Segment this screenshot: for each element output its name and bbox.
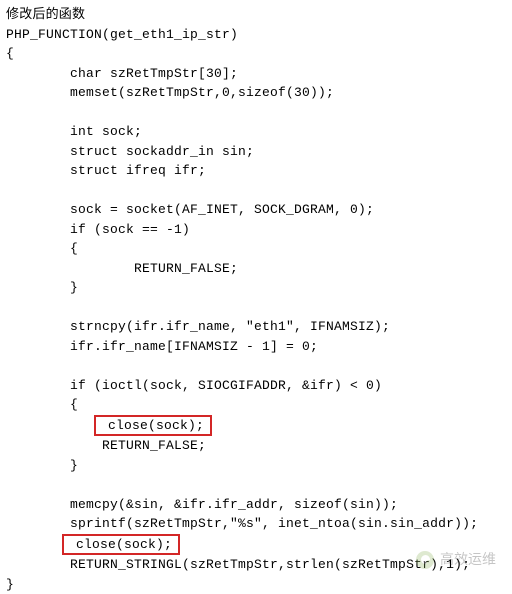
code-line: struct ifreq ifr; (6, 163, 206, 178)
code-line: struct sockaddr_in sin; (6, 144, 254, 159)
code-line: sprintf(szRetTmpStr,"%s", inet_ntoa(sin.… (6, 516, 478, 531)
watermark-text: 高效运维 (440, 549, 496, 570)
code-line: char szRetTmpStr[30]; (6, 66, 238, 81)
code-line: { (6, 241, 78, 256)
code-indent (6, 537, 62, 552)
code-line: sock = socket(AF_INET, SOCK_DGRAM, 0); (6, 202, 374, 217)
code-indent (6, 418, 94, 433)
wechat-icon (416, 551, 434, 569)
code-line: memcpy(&sin, &ifr.ifr_addr, sizeof(sin))… (6, 497, 398, 512)
code-line: } (6, 280, 78, 295)
code-line: RETURN_FALSE; (6, 261, 238, 276)
code-line: if (ioctl(sock, SIOCGIFADDR, &ifr) < 0) (6, 378, 382, 393)
title-comment: 修改后的函数 (6, 6, 85, 21)
code-line: { (6, 46, 14, 61)
code-line: } (6, 458, 78, 473)
code-line: { (6, 397, 78, 412)
watermark: 高效运维 (416, 549, 496, 570)
code-block: 修改后的函数 PHP_FUNCTION(get_eth1_ip_str) { c… (0, 0, 512, 594)
code-line: PHP_FUNCTION(get_eth1_ip_str) (6, 27, 238, 42)
code-line: RETURN_FALSE; (6, 438, 206, 453)
code-line: memset(szRetTmpStr,0,sizeof(30)); (6, 85, 334, 100)
code-line: } (6, 577, 14, 592)
code-line: if (sock == -1) (6, 222, 190, 237)
highlight-close-sock-1: close(sock); (94, 415, 212, 437)
code-line: int sock; (6, 124, 142, 139)
code-line: RETURN_STRINGL(szRetTmpStr,strlen(szRetT… (6, 557, 470, 572)
highlight-close-sock-2: close(sock); (62, 534, 180, 556)
code-line: strncpy(ifr.ifr_name, "eth1", IFNAMSIZ); (6, 319, 390, 334)
code-line: ifr.ifr_name[IFNAMSIZ - 1] = 0; (6, 339, 318, 354)
